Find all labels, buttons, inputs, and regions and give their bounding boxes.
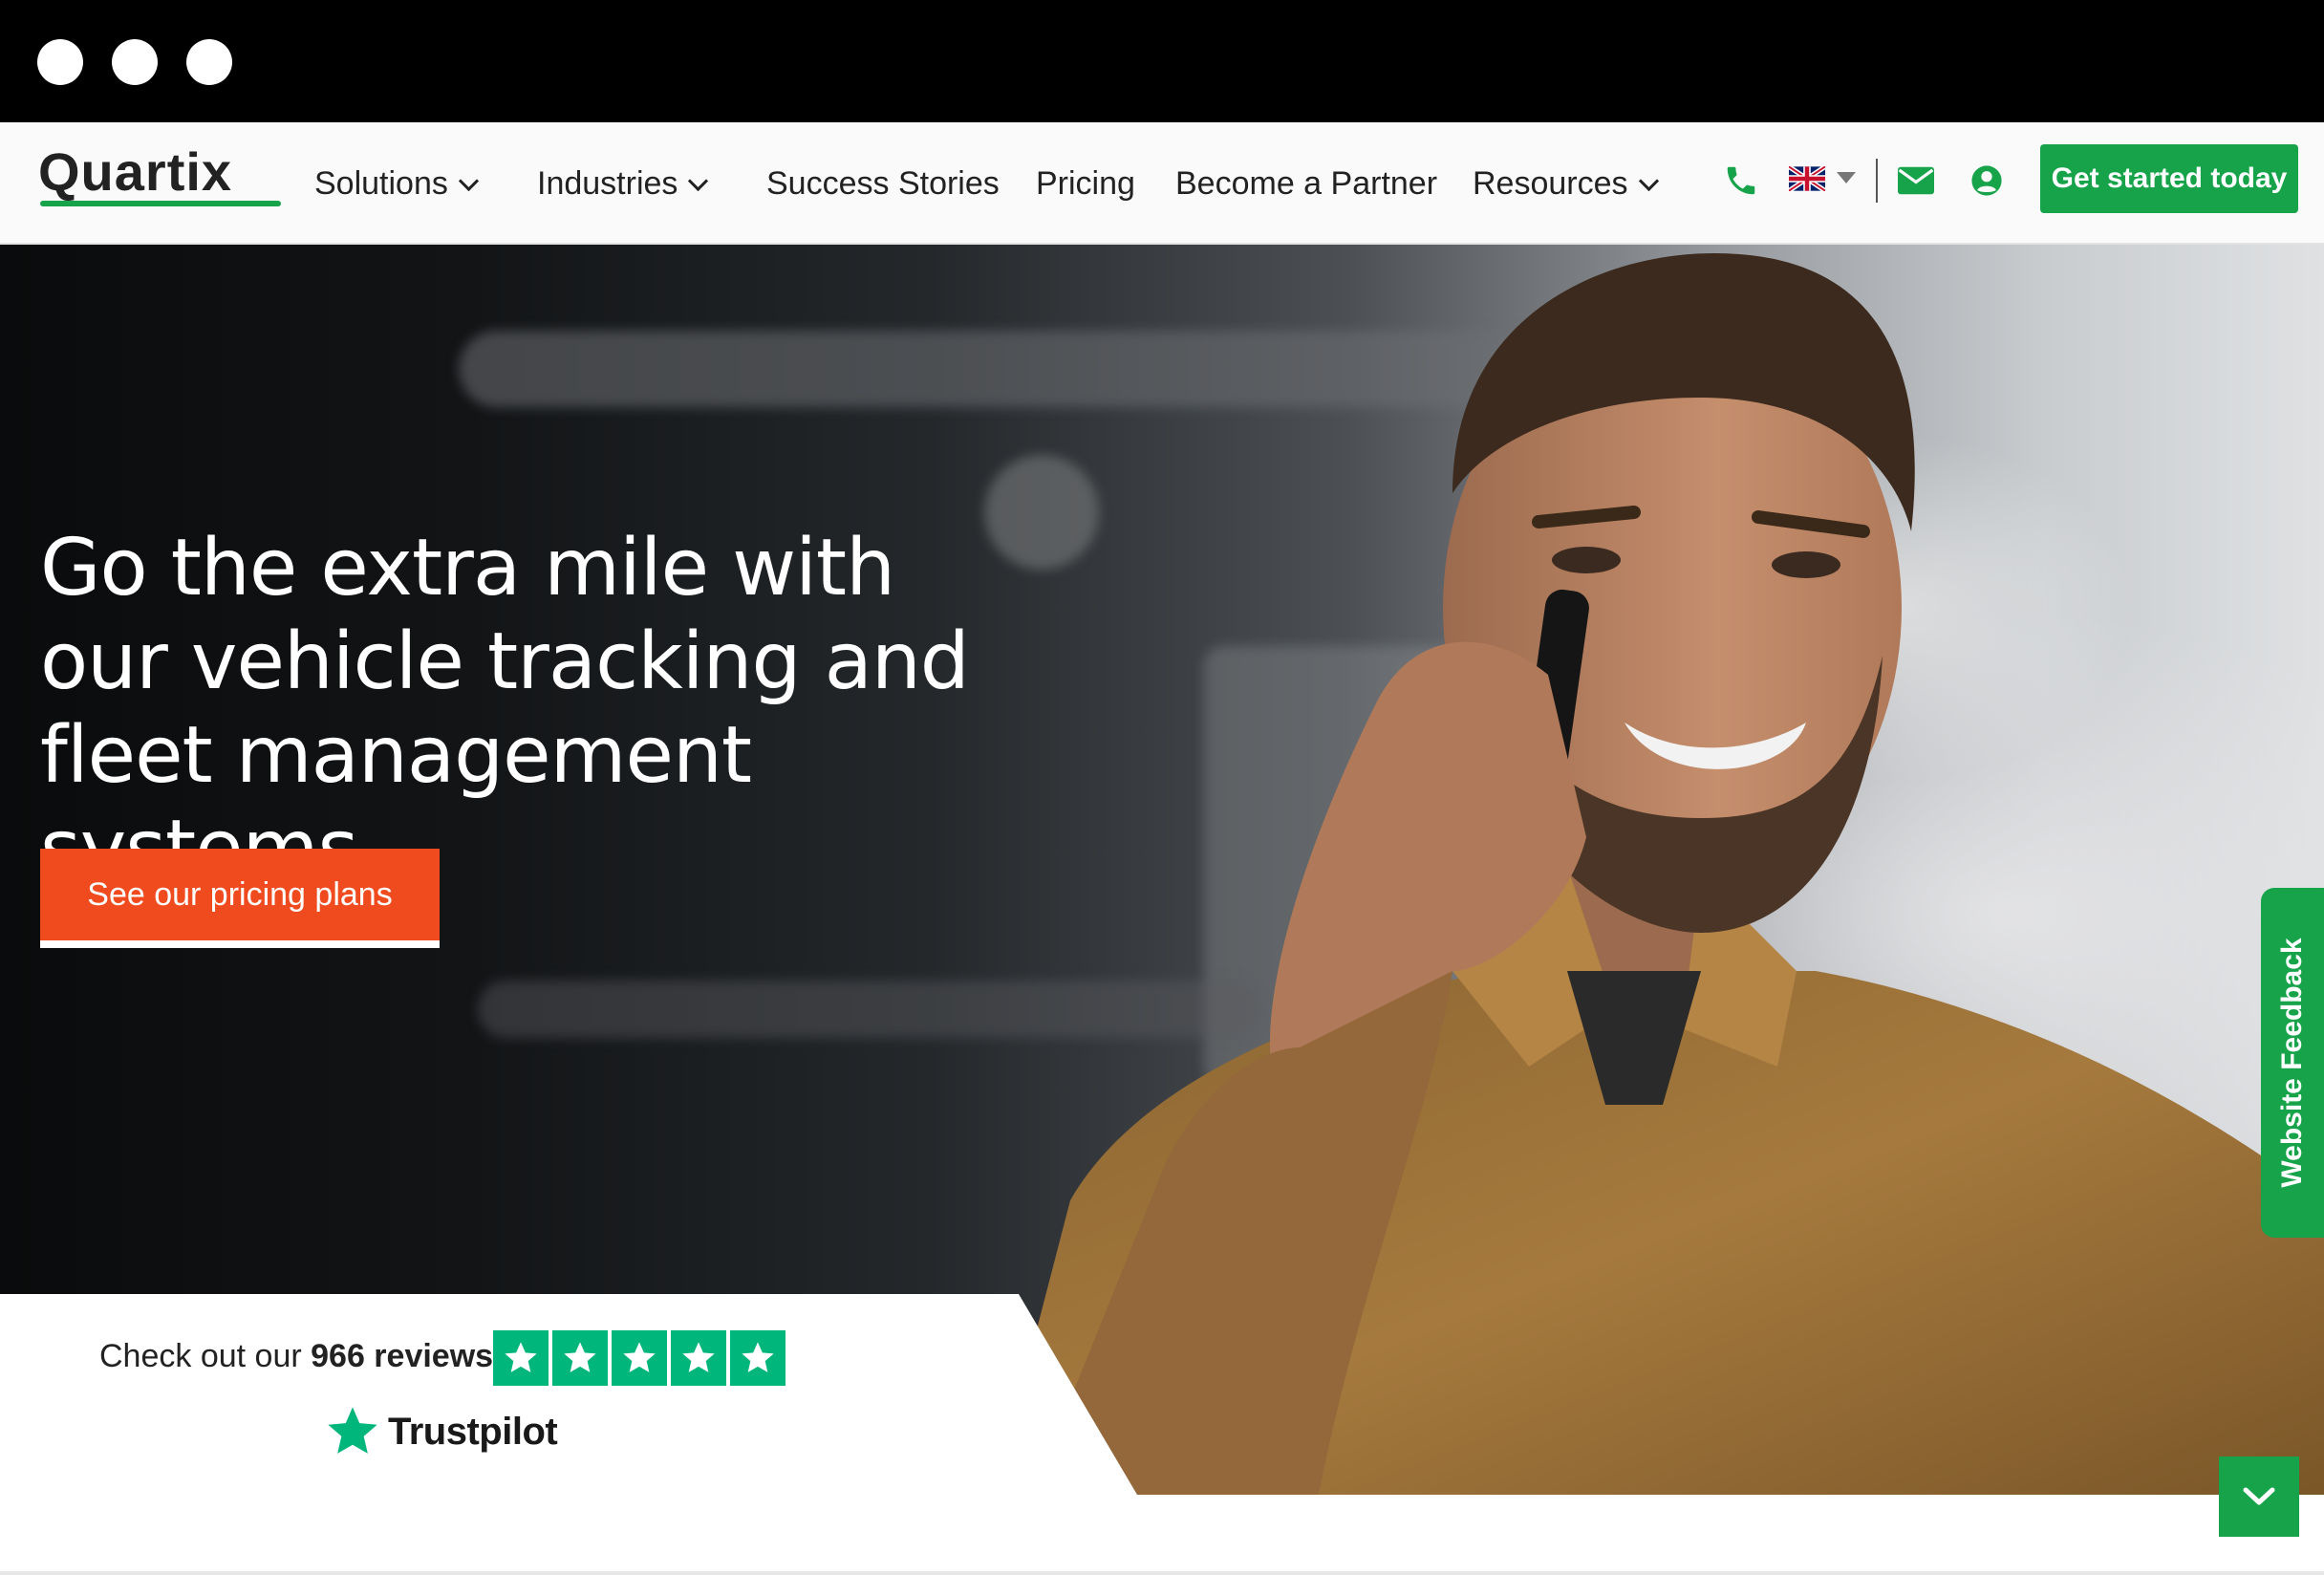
star-icon [671,1330,726,1386]
trustpilot-prefix: Check out our [99,1338,302,1374]
uk-flag-icon[interactable] [1789,166,1825,191]
nav-item-success-stories[interactable]: Success Stories [766,159,1000,208]
see-pricing-plans-button[interactable]: See our pricing plans [40,849,440,948]
star-icon [612,1330,667,1386]
nav-item-label: Resources [1473,165,1628,202]
nav-item-become-a-partner[interactable]: Become a Partner [1175,159,1437,208]
window-control-dot[interactable] [112,39,158,85]
chevron-down-icon [2243,1487,2275,1505]
hero-person-image [994,252,2324,1495]
trustpilot-brand: Trustpilot [388,1410,558,1453]
nav-item-label: Pricing [1036,165,1135,202]
hero-headline: Go the extra mile with our vehicle track… [40,523,970,895]
nav-item-resources[interactable]: Resources [1473,159,1659,208]
star-icon [493,1330,549,1386]
trustpilot-logo[interactable]: Trustpilot [325,1401,558,1462]
nav-divider [1876,159,1878,203]
trustpilot-reviews-text[interactable]: Check out our 966 reviews [99,1338,493,1375]
chevron-down-icon [688,170,709,192]
user-icon[interactable] [1970,164,2003,197]
get-started-button[interactable]: Get started today [2040,144,2298,213]
trustpilot-review-count: 966 reviews [311,1338,494,1374]
caret-down-icon[interactable] [1837,172,1856,185]
chevron-down-icon [458,170,479,192]
trustpilot-star-icon [328,1407,377,1454]
window-control-dot[interactable] [37,39,83,85]
quartix-logo[interactable]: Quartix [38,141,232,203]
chevron-down-icon [1638,170,1659,192]
logo-underline [40,201,281,206]
window-control-dot[interactable] [186,39,232,85]
nav-item-label: Success Stories [766,165,1000,202]
top-navigation: Quartix Solutions Industries Success Sto… [0,122,2324,245]
nav-item-pricing[interactable]: Pricing [1036,159,1135,208]
star-icon [552,1330,608,1386]
page-bottom-strip [0,1495,2324,1575]
nav-item-label: Solutions [314,165,448,202]
nav-item-label: Become a Partner [1175,165,1438,202]
nav-item-industries[interactable]: Industries [537,159,709,208]
page-bottom-border [0,1571,2324,1575]
scroll-down-button[interactable] [2219,1456,2299,1537]
mail-icon[interactable] [1898,166,1934,195]
star-icon [730,1330,785,1386]
trustpilot-panel-background [0,1294,1137,1495]
website-feedback-label: Website Feedback [2276,938,2308,1188]
website-feedback-tab[interactable]: Website Feedback [2261,888,2324,1238]
phone-icon[interactable] [1723,162,1759,199]
trustpilot-star-rating [493,1330,785,1388]
window-titlebar [0,0,2324,122]
nav-item-solutions[interactable]: Solutions [314,159,479,208]
nav-item-label: Industries [537,165,678,202]
